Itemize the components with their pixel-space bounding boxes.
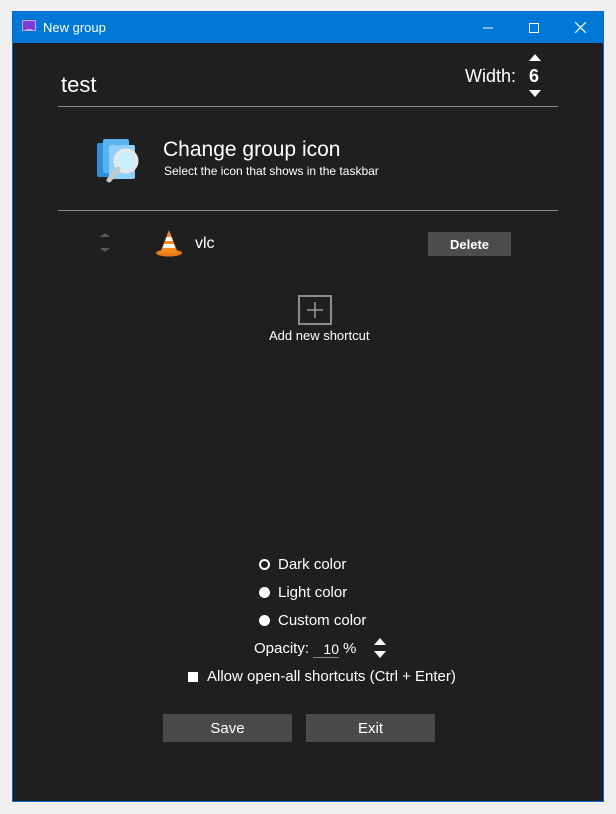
close-button[interactable] bbox=[557, 12, 603, 43]
maximize-button[interactable] bbox=[511, 12, 557, 43]
add-shortcut-label[interactable]: Add new shortcut bbox=[269, 328, 369, 343]
icon-section-divider bbox=[58, 210, 558, 211]
header-divider bbox=[58, 106, 558, 107]
opacity-decrease-arrow-icon[interactable] bbox=[374, 651, 386, 658]
new-group-window: New group test Width: 6 Change group ico… bbox=[12, 11, 604, 802]
opacity-label: Opacity: bbox=[254, 640, 310, 657]
maximize-icon bbox=[529, 22, 539, 33]
minimize-icon bbox=[483, 27, 493, 28]
plus-icon bbox=[307, 302, 323, 318]
width-value[interactable]: 6 bbox=[529, 66, 539, 87]
change-icon-title[interactable]: Change group icon bbox=[163, 138, 340, 162]
close-icon bbox=[574, 22, 586, 33]
radio-custom-color-label: Custom color bbox=[278, 612, 367, 629]
reorder-arrows-icon[interactable] bbox=[99, 232, 111, 256]
shortcut-name: vlc bbox=[195, 235, 215, 252]
change-icon-subtitle: Select the icon that shows in the taskba… bbox=[164, 164, 379, 178]
opacity-unit: % bbox=[343, 640, 357, 657]
save-button[interactable]: Save bbox=[163, 714, 292, 742]
exit-button[interactable]: Exit bbox=[306, 714, 435, 742]
delete-shortcut-button[interactable]: Delete bbox=[428, 232, 511, 256]
group-name-input[interactable]: test bbox=[61, 72, 96, 98]
title-bar[interactable]: New group bbox=[13, 12, 603, 43]
width-label: Width: bbox=[465, 66, 517, 86]
width-decrease-arrow-icon[interactable] bbox=[529, 90, 541, 98]
opacity-increase-arrow-icon[interactable] bbox=[374, 638, 386, 645]
add-shortcut-button[interactable] bbox=[298, 295, 332, 325]
open-all-checkbox[interactable] bbox=[188, 672, 198, 682]
minimize-button[interactable] bbox=[465, 12, 511, 43]
width-increase-arrow-icon[interactable] bbox=[529, 54, 541, 62]
open-all-label[interactable]: Allow open-all shortcuts (Ctrl + Enter) bbox=[207, 668, 456, 685]
radio-dark-color-label: Dark color bbox=[278, 556, 347, 573]
app-icon bbox=[22, 20, 36, 31]
opacity-input[interactable]: 10 bbox=[313, 641, 339, 658]
window-title: New group bbox=[43, 20, 106, 35]
radio-light-color-indicator[interactable] bbox=[259, 587, 270, 598]
radio-dark-color-indicator[interactable] bbox=[259, 559, 270, 570]
radio-light-color-label: Light color bbox=[278, 584, 348, 601]
group-icon-magnifier-icon[interactable] bbox=[95, 135, 145, 185]
vlc-cone-icon bbox=[156, 230, 182, 257]
radio-custom-color-indicator[interactable] bbox=[259, 615, 270, 626]
